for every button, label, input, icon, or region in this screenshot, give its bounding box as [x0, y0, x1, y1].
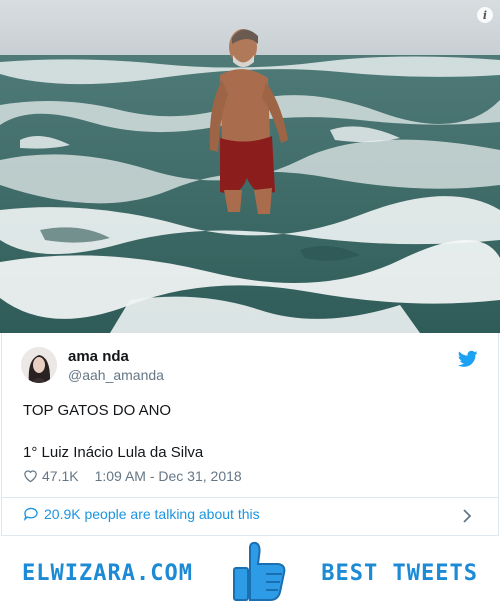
author-name[interactable]: ama nda [68, 348, 129, 365]
talking-about-text[interactable]: 20.9K people are talking about this [44, 506, 260, 522]
tweet-text-line2: 1° Luiz Inácio Lula da Silva [23, 444, 204, 461]
tweet-timestamp[interactable]: 1:09 AM - Dec 31, 2018 [95, 468, 242, 484]
avatar-image [21, 347, 57, 383]
avatar[interactable] [21, 347, 57, 383]
tweet-meta: 47.1K 1:09 AM - Dec 31, 2018 [23, 468, 242, 484]
divider [2, 497, 498, 498]
tweet-text-line1: TOP GATOS DO ANO [23, 402, 172, 419]
author-handle[interactable]: @aah_amanda [68, 367, 164, 383]
like-count[interactable]: 47.1K [42, 468, 79, 484]
comment-bubble-icon [23, 507, 38, 521]
beach-photo [0, 0, 500, 333]
twitter-bird-icon[interactable] [458, 350, 478, 368]
tweet-photo[interactable]: i [0, 0, 500, 333]
chevron-right-icon[interactable] [463, 509, 472, 523]
tweet-card[interactable]: ama nda @aah_amanda TOP GATOS DO ANO 1° … [1, 333, 499, 536]
site-name[interactable]: ELWIZARA.COM [22, 561, 193, 586]
thumbs-up-icon [233, 541, 286, 601]
talking-about-link[interactable]: 20.9K people are talking about this [23, 506, 260, 522]
info-icon[interactable]: i [477, 7, 493, 23]
best-tweets-label: BEST TWEETS [321, 561, 478, 586]
heart-icon[interactable] [23, 469, 38, 483]
footer-banner: ELWIZARA.COM BEST TWEETS [0, 536, 500, 608]
